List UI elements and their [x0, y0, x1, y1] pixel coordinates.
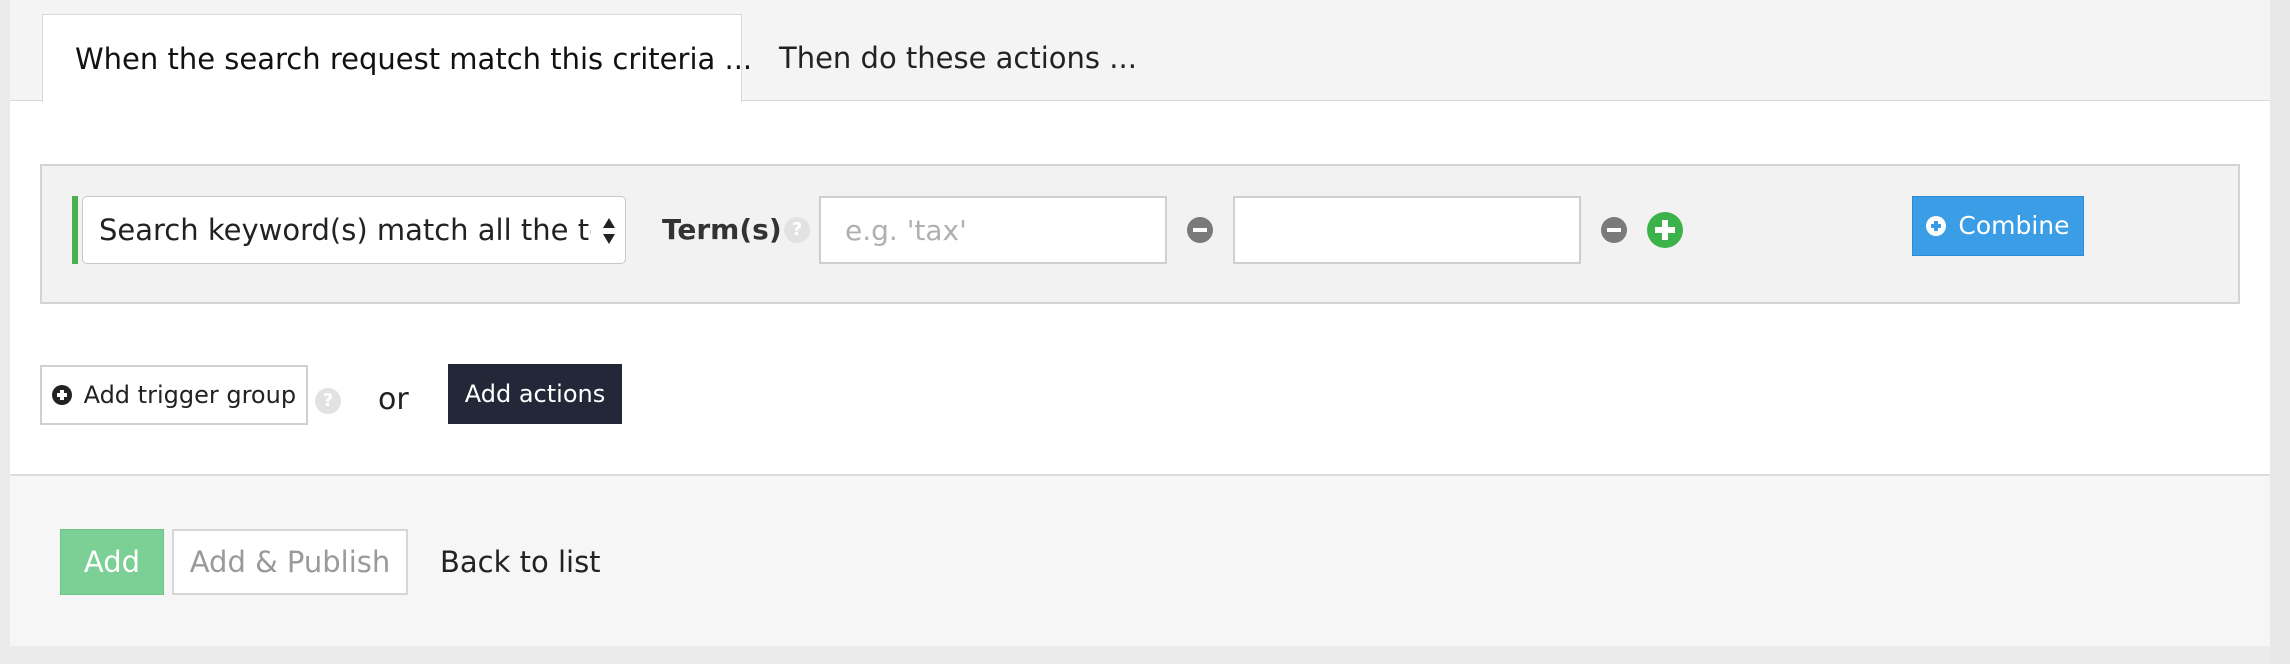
add-trigger-group-label: Add trigger group [83, 381, 297, 409]
rule-editor-panel: When the search request match this crite… [10, 0, 2270, 646]
add-actions-button[interactable]: Add actions [448, 364, 622, 424]
circle-plus-icon [51, 385, 72, 405]
add-term-plus-icon[interactable] [1647, 212, 1683, 248]
add-trigger-group-button[interactable]: Add trigger group [40, 365, 308, 425]
combine-button-label: Combine [1958, 211, 2070, 240]
term-input-2[interactable] [1233, 196, 1581, 264]
criteria-group: Search keyword(s) match all the terms Te… [40, 164, 2240, 304]
combine-button[interactable]: Combine [1912, 196, 2084, 256]
add-button[interactable]: Add [60, 529, 164, 595]
back-to-list-link[interactable]: Back to list [440, 529, 601, 595]
add-publish-button[interactable]: Add & Publish [172, 529, 408, 595]
tab-actions[interactable]: Then do these actions ... [747, 14, 1169, 102]
tab-criteria[interactable]: When the search request match this crite… [42, 14, 752, 102]
tab-bar: When the search request match this crite… [10, 0, 2270, 102]
or-separator: or [378, 382, 409, 417]
circle-plus-icon [1926, 216, 1947, 236]
terms-label: Term(s) [662, 213, 782, 246]
trigger-group-help-icon[interactable]: ? [315, 388, 341, 414]
condition-select-value: Search keyword(s) match all the terms [99, 213, 591, 247]
term-input-1[interactable] [819, 196, 1167, 264]
remove-term-1-minus-icon[interactable] [1187, 217, 1213, 243]
select-arrows-icon [603, 218, 615, 244]
terms-help-icon[interactable]: ? [784, 217, 810, 243]
page-background-strip [2270, 0, 2290, 664]
remove-term-2-minus-icon[interactable] [1601, 217, 1627, 243]
condition-select[interactable]: Search keyword(s) match all the terms [82, 196, 626, 264]
form-footer: Add Add & Publish Back to list [10, 474, 2270, 646]
criteria-indicator-bar [72, 196, 78, 264]
